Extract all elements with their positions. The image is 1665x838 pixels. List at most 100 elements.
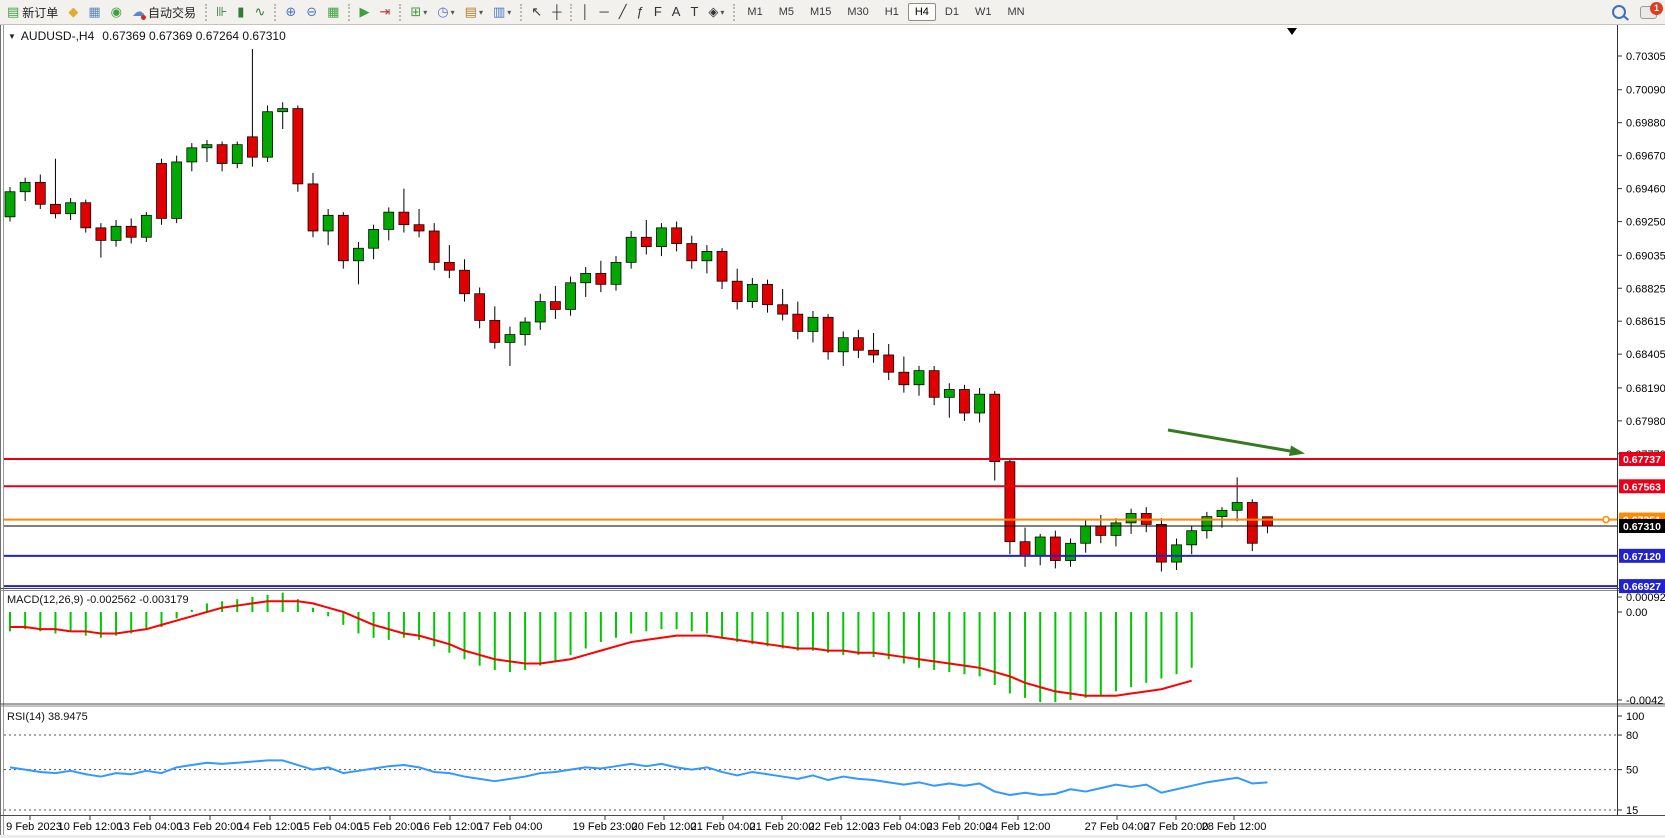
toolbar: ▤新订单◆▦◉☁自动交易⊪▮∿⊕⊖▦▶⇥⊞▾◷▾▤▾▥▾↖┼│─╱ƒFAT◈▾M… <box>0 0 1665 25</box>
svg-text:15: 15 <box>1626 805 1638 817</box>
toolbar-separator <box>274 4 276 21</box>
svg-text:0.68405: 0.68405 <box>1626 349 1665 361</box>
vertical-line-button[interactable]: │ <box>577 1 593 23</box>
clock-icon: ◷ <box>437 2 448 22</box>
charts-window-icon: ▦ <box>88 2 100 22</box>
svg-text:0.69035: 0.69035 <box>1626 250 1665 262</box>
text-label-button[interactable]: T <box>686 1 702 23</box>
zoom-out-icon: ⊖ <box>306 2 317 22</box>
line-chart-button[interactable]: ∿ <box>250 1 269 23</box>
timeframe-mn[interactable]: MN <box>1000 3 1031 21</box>
svg-text:19 Feb 23:00: 19 Feb 23:00 <box>573 821 638 833</box>
tile-windows-button[interactable]: ▦ <box>323 1 343 23</box>
chart-shift-button[interactable]: ⇥ <box>375 1 394 23</box>
chat-icon[interactable]: 1 <box>1640 6 1657 19</box>
timeframe-m30[interactable]: M30 <box>840 3 875 21</box>
toolbar-right: 1 <box>1612 5 1665 19</box>
svg-text:0.69670: 0.69670 <box>1626 151 1665 163</box>
svg-text:50: 50 <box>1626 765 1638 777</box>
svg-text:21 Feb 20:00: 21 Feb 20:00 <box>750 821 815 833</box>
new-chart-icon: ⊞ <box>410 2 421 22</box>
chart-collapse-icon[interactable]: ▼ <box>8 32 16 41</box>
templates-button[interactable]: ▤▾ <box>461 1 487 23</box>
svg-text:0.70090: 0.70090 <box>1626 85 1665 97</box>
autotrading-button[interactable]: ☁自动交易 <box>128 1 200 23</box>
toolbar-separator <box>205 4 207 21</box>
text-label-icon: T <box>690 2 698 22</box>
template-icon: ▤ <box>465 2 477 22</box>
svg-text:0.68190: 0.68190 <box>1626 383 1665 395</box>
svg-text:27 Feb 04:00: 27 Feb 04:00 <box>1085 821 1150 833</box>
candlestick-icon: ▮ <box>237 2 244 22</box>
autotrading-button-label: 自动交易 <box>148 4 196 21</box>
svg-text:15 Feb 04:00: 15 Feb 04:00 <box>298 821 363 833</box>
crosshair-button[interactable]: ┼ <box>548 1 565 23</box>
trendline-button[interactable]: ╱ <box>615 1 631 23</box>
timeframe-m5[interactable]: M5 <box>772 3 801 21</box>
fibonacci-button[interactable]: ƒ <box>633 1 648 23</box>
svg-text:16 Feb 12:00: 16 Feb 12:00 <box>418 821 483 833</box>
bar-chart-button[interactable]: ⊪ <box>212 1 231 23</box>
zoom-out-button[interactable]: ⊖ <box>302 1 321 23</box>
svg-text:10 Feb 12:00: 10 Feb 12:00 <box>58 821 123 833</box>
cursor-icon: ↖ <box>531 2 542 22</box>
new-chart-button[interactable]: ⊞▾ <box>406 1 431 23</box>
new-order-button-label: 新订单 <box>22 4 58 21</box>
crosshair-icon: ┼ <box>552 2 561 22</box>
chevron-down-icon: ▾ <box>507 8 511 17</box>
profiles-button[interactable]: ▥▾ <box>489 1 515 23</box>
market-watch-button[interactable]: ◆ <box>64 1 82 23</box>
svg-text:100: 100 <box>1626 711 1644 723</box>
timeframe-d1[interactable]: D1 <box>938 3 966 21</box>
macd-indicator-label: MACD(12,26,9) -0.002562 -0.003179 <box>7 594 189 606</box>
svg-text:21 Feb 04:00: 21 Feb 04:00 <box>691 821 756 833</box>
profiles-icon: ▥ <box>493 2 505 22</box>
timeframe-h4[interactable]: H4 <box>908 3 936 21</box>
toolbar-separator <box>399 4 401 21</box>
svg-text:80: 80 <box>1626 730 1638 742</box>
search-icon[interactable] <box>1612 5 1626 19</box>
new-order-button[interactable]: ▤新订单 <box>3 1 62 23</box>
svg-text:0.67310: 0.67310 <box>1623 521 1661 533</box>
horizontal-line-button[interactable]: ─ <box>596 1 613 23</box>
cursor-button[interactable]: ↖ <box>527 1 546 23</box>
periods-button[interactable]: ◷▾ <box>433 1 458 23</box>
timeframe-h1[interactable]: H1 <box>878 3 906 21</box>
svg-text:15 Feb 20:00: 15 Feb 20:00 <box>358 821 423 833</box>
text-icon: A <box>672 2 681 22</box>
channel-button[interactable]: F <box>650 1 666 23</box>
chevron-down-icon: ▾ <box>423 8 427 17</box>
shapes-icon: ◈ <box>708 2 718 22</box>
toolbar-separator <box>570 4 572 21</box>
bar-chart-icon: ⊪ <box>216 2 227 22</box>
timeframe-m1[interactable]: M1 <box>740 3 769 21</box>
zoom-in-icon: ⊕ <box>285 2 296 22</box>
svg-text:24 Feb 12:00: 24 Feb 12:00 <box>986 821 1051 833</box>
text-button[interactable]: A <box>668 1 685 23</box>
svg-text:0.67563: 0.67563 <box>1623 481 1661 493</box>
svg-text:0.68825: 0.68825 <box>1626 283 1665 295</box>
chart-area[interactable]: 0.703050.700900.698800.696700.694600.692… <box>0 24 1665 838</box>
svg-text:23 Feb 20:00: 23 Feb 20:00 <box>927 821 992 833</box>
svg-text:20 Feb 12:00: 20 Feb 12:00 <box>632 821 697 833</box>
timeframe-m15[interactable]: M15 <box>803 3 838 21</box>
signals-button[interactable]: ◉ <box>107 1 126 23</box>
auto-scroll-button[interactable]: ▶ <box>355 1 373 23</box>
svg-text:0.68615: 0.68615 <box>1626 316 1665 328</box>
zoom-in-button[interactable]: ⊕ <box>281 1 300 23</box>
chart-title: ▼AUDUSD-,H40.67369 0.67369 0.67264 0.673… <box>8 29 286 43</box>
svg-text:0.69880: 0.69880 <box>1626 118 1665 130</box>
tile-windows-icon: ▦ <box>327 2 339 22</box>
candlestick-button[interactable]: ▮ <box>233 1 248 23</box>
auto-scroll-icon: ▶ <box>359 2 369 22</box>
svg-text:0.67737: 0.67737 <box>1623 454 1661 466</box>
data-window-button[interactable]: ▦ <box>84 1 104 23</box>
shapes-button[interactable]: ◈▾ <box>704 1 728 23</box>
svg-text:0.67120: 0.67120 <box>1623 551 1661 563</box>
horizontal-line-icon: ─ <box>600 2 609 22</box>
svg-text:27 Feb 20:00: 27 Feb 20:00 <box>1144 821 1209 833</box>
rsi-indicator-label: RSI(14) 38.9475 <box>7 711 88 723</box>
fibonacci-icon: ƒ <box>637 2 644 22</box>
timeframe-w1[interactable]: W1 <box>968 3 999 21</box>
chevron-down-icon: ▾ <box>720 8 724 17</box>
